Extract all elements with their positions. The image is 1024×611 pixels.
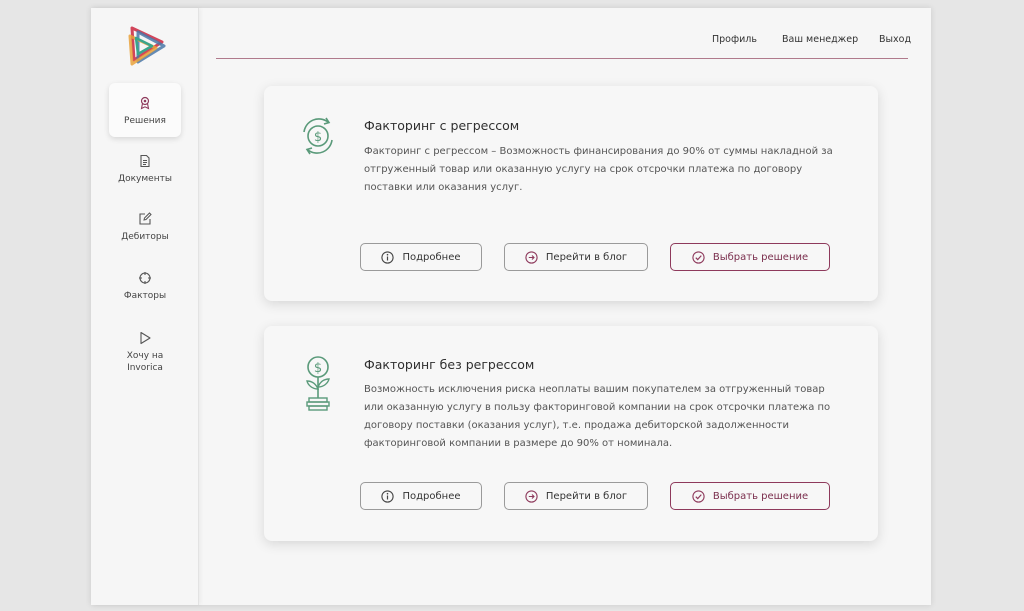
check-circle-icon [692,489,705,503]
play-icon [140,331,151,345]
app-window: Решения Документы Дебиторы Факторы Хочу … [91,8,931,605]
sidebar-item-debtors[interactable]: Дебиторы [109,212,181,243]
choose-solution-button[interactable]: Выбрать решение [670,482,830,510]
card-description: Возможность исключения риска неоплаты ва… [364,384,831,449]
sidebar-item-label: Дебиторы [121,232,169,242]
blog-button[interactable]: Перейти в блог [504,243,648,271]
choose-solution-button[interactable]: Выбрать решение [670,243,830,271]
info-icon [381,489,395,503]
card-title: Факторинг без регрессом [364,357,535,372]
sidebar-item-label: Хочу на Invorica [126,351,164,373]
logout-link[interactable]: Выход [879,34,911,45]
sidebar-item-documents[interactable]: Документы [109,154,181,185]
arrow-circle-icon [525,489,538,503]
svg-text:$: $ [314,130,322,145]
document-icon [140,154,150,168]
top-bar: Профиль Ваш менеджер Выход [216,8,911,59]
sidebar-item-factors[interactable]: Факторы [109,271,181,302]
details-button-label: Подробнее [402,251,461,263]
money-plant-icon: $ [306,356,330,411]
sidebar: Решения Документы Дебиторы Факторы Хочу … [91,8,199,605]
blog-button-label: Перейти в блог [545,251,628,263]
arrow-circle-icon [525,250,538,264]
details-button-label: Подробнее [402,490,461,502]
choose-solution-button-label: Выбрать решение [712,490,809,502]
card-title: Факторинг с регрессом [364,118,520,133]
sidebar-item-label: Факторы [123,291,167,301]
profile-link[interactable]: Профиль [712,34,757,45]
details-button[interactable]: Подробнее [360,243,482,271]
card-description: Факторинг с регрессом – Возможность фина… [364,146,833,193]
logo-icon[interactable] [124,22,168,66]
sidebar-item-label: Решения [124,116,166,126]
blog-button[interactable]: Перейти в блог [504,482,648,510]
solution-card: $ Факторинг с регрессом Факторинг с регр… [264,86,878,301]
blog-button-label: Перейти в блог [545,490,628,502]
dollar-cycle-icon: $ [303,117,333,155]
target-icon [139,272,151,284]
details-button[interactable]: Подробнее [360,482,482,510]
choose-solution-button-label: Выбрать решение [712,251,809,263]
sidebar-item-label: Документы [118,174,172,184]
sidebar-item-solutions[interactable]: Решения [109,83,181,137]
sidebar-item-join-invorica[interactable]: Хочу на Invorica [109,331,181,374]
solution-card: $ Факторинг без регрессом Возможность ис… [264,326,878,541]
manager-link[interactable]: Ваш менеджер [782,34,858,45]
edit-icon [139,212,152,225]
info-icon [381,250,395,264]
award-icon [140,96,150,110]
check-circle-icon [692,250,705,264]
svg-text:$: $ [314,361,322,376]
